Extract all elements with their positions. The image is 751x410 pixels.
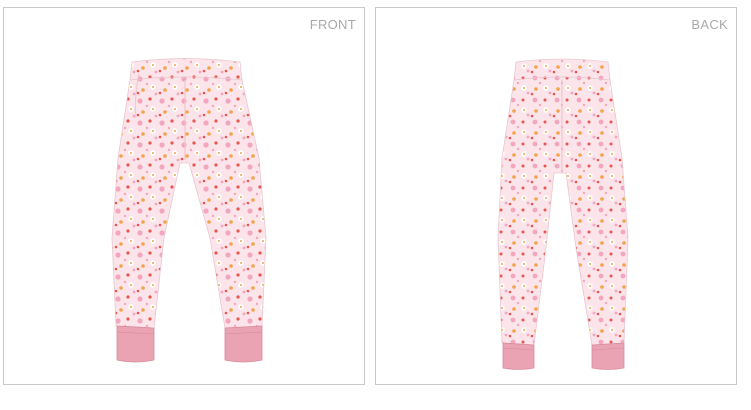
product-image-gallery: FRONT BACK (0, 0, 751, 410)
back-pants-image (497, 58, 629, 370)
front-pants-image (111, 58, 267, 363)
back-view-panel: BACK (375, 7, 737, 385)
front-view-panel: FRONT (3, 7, 365, 385)
